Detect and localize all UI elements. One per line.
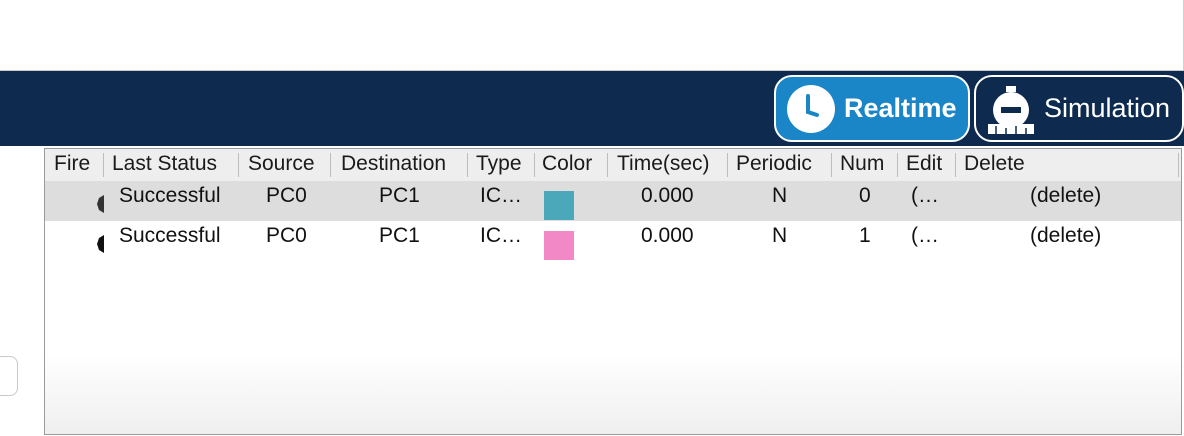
column-divider: [897, 153, 898, 177]
column-header-last-status[interactable]: Last Status: [112, 152, 217, 176]
table-row[interactable]: Successful PC0 PC1 IC… 0.000 N 0 (… (del…: [45, 181, 1181, 221]
simulation-mode-button[interactable]: Simulation: [974, 75, 1184, 142]
column-divider: [1178, 153, 1179, 177]
type-cell: IC…: [480, 184, 522, 207]
mode-bar: Realtime Simulation: [0, 71, 1184, 146]
column-header-num[interactable]: Num: [840, 152, 884, 176]
column-divider: [330, 153, 331, 177]
realtime-mode-button[interactable]: Realtime: [774, 75, 970, 142]
column-header-periodic[interactable]: Periodic: [736, 152, 812, 176]
column-divider: [467, 153, 468, 177]
column-header-color[interactable]: Color: [542, 152, 592, 176]
column-divider: [831, 153, 832, 177]
pdu-list-panel: Fire Last Status Source Destination Type…: [44, 148, 1182, 435]
column-header-delete[interactable]: Delete: [964, 152, 1025, 176]
delete-cell[interactable]: (delete): [1030, 224, 1101, 248]
simulation-label: Simulation: [1044, 93, 1171, 123]
type-cell: IC…: [480, 224, 522, 247]
clock-icon: [784, 82, 838, 136]
workspace-area: [0, 0, 1184, 71]
left-panel-edge: [0, 356, 18, 396]
time-cell: 0.000: [641, 224, 694, 247]
time-cell: 0.000: [641, 184, 694, 207]
table-header: Fire Last Status Source Destination Type…: [45, 149, 1181, 181]
column-divider: [727, 153, 728, 177]
color-swatch: [544, 191, 574, 220]
column-divider: [103, 153, 104, 177]
source-cell: PC0: [266, 184, 307, 207]
column-header-edit[interactable]: Edit: [906, 152, 942, 176]
column-header-type[interactable]: Type: [476, 152, 522, 176]
column-divider: [955, 153, 956, 177]
edit-cell[interactable]: (…: [911, 184, 939, 208]
column-header-source[interactable]: Source: [248, 152, 315, 176]
num-cell: 1: [859, 224, 871, 247]
fire-indicator-icon[interactable]: [97, 195, 104, 213]
delete-cell[interactable]: (delete): [1030, 184, 1101, 208]
num-cell: 0: [859, 184, 871, 207]
column-header-time[interactable]: Time(sec): [617, 152, 710, 176]
destination-cell: PC1: [379, 224, 420, 247]
periodic-cell: N: [772, 224, 788, 247]
source-cell: PC0: [266, 224, 307, 247]
last-status-cell: Successful: [119, 184, 221, 207]
column-divider: [607, 153, 608, 177]
edit-cell[interactable]: (…: [911, 224, 939, 248]
color-swatch: [544, 231, 574, 260]
column-header-destination[interactable]: Destination: [341, 152, 446, 176]
destination-cell: PC1: [379, 184, 420, 207]
realtime-label: Realtime: [844, 93, 957, 123]
column-divider: [534, 153, 535, 177]
stopwatch-icon: [984, 82, 1038, 136]
column-divider: [238, 153, 239, 177]
last-status-cell: Successful: [119, 224, 221, 247]
fire-indicator-icon[interactable]: [97, 235, 104, 253]
table-row[interactable]: Successful PC0 PC1 IC… 0.000 N 1 (… (del…: [45, 221, 1181, 261]
periodic-cell: N: [772, 184, 788, 207]
column-header-fire[interactable]: Fire: [54, 152, 90, 176]
